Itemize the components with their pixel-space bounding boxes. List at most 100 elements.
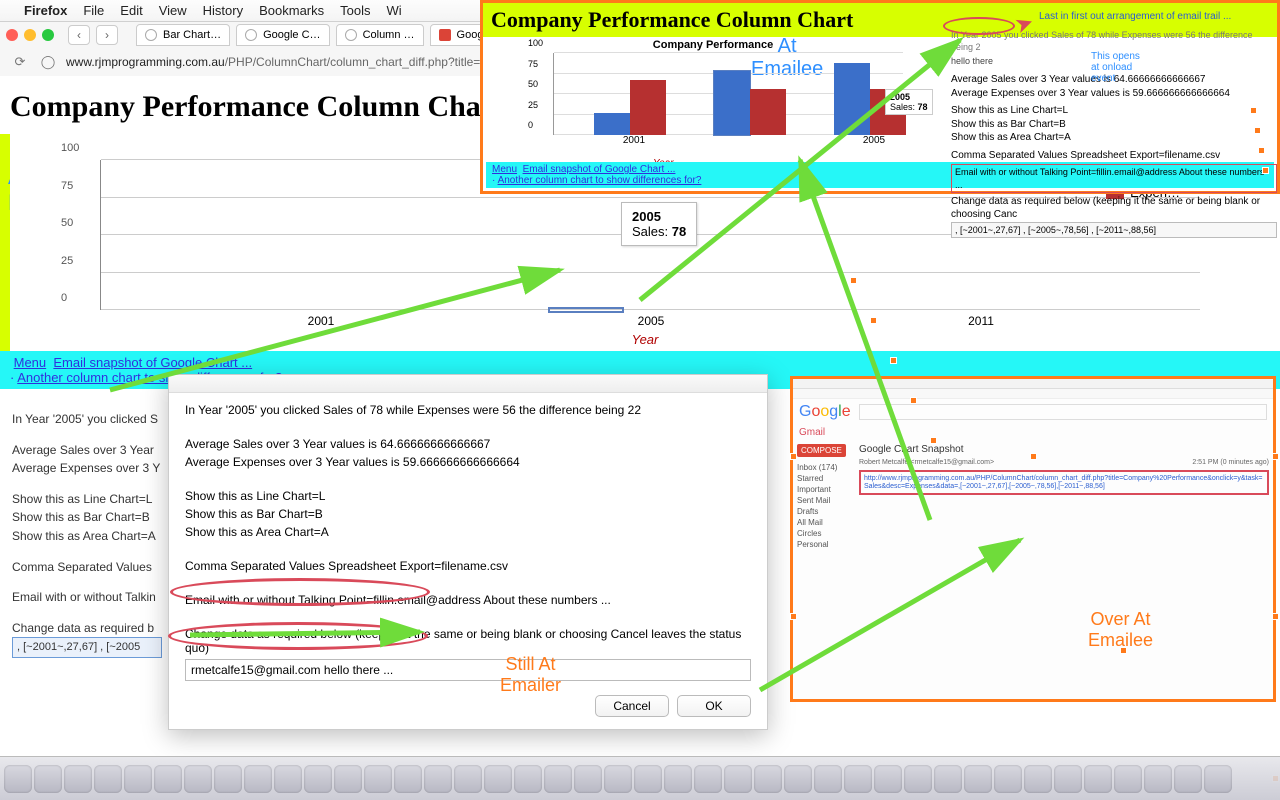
annotation-ellipse-hello [943,17,1015,35]
dock-app[interactable] [34,765,62,793]
dock-app[interactable] [304,765,332,793]
mini-tooltip: 2005Sales: 78 [885,89,933,115]
dock-app[interactable] [994,765,1022,793]
dock-app[interactable] [694,765,722,793]
sidebar-allmail[interactable]: All Mail [797,518,851,527]
gmail-from: Robert Metcalfe <rmetcalfe15@gmail.com> [859,459,994,466]
lifo-caption: Last in first out arrangement of email t… [1039,11,1231,22]
this-opens-caption: This opensat onloadevent [1091,51,1140,84]
dock-app[interactable] [1054,765,1082,793]
maximize-icon[interactable] [42,29,54,41]
dock-app[interactable] [604,765,632,793]
gmail-time: 2:51 PM (0 minutes ago) [1192,459,1269,466]
sidebar-sent[interactable]: Sent Mail [797,496,851,505]
sidebar-inbox[interactable]: Inbox (174) [797,463,851,472]
xlabel-2011: 2011 [881,310,1081,328]
ytick-100: 100 [61,142,79,154]
dock-app[interactable] [934,765,962,793]
sidebar-important[interactable]: Important [797,485,851,494]
dock-app[interactable] [1174,765,1202,793]
menu-bookmarks[interactable]: Bookmarks [259,3,324,18]
dialog-clicked-line: In Year '2005' you clicked Sales of 78 w… [185,403,751,417]
dock-app[interactable] [544,765,572,793]
app-name[interactable]: Firefox [24,3,67,18]
dock-app[interactable] [514,765,542,793]
dock-app[interactable] [964,765,992,793]
dock-app[interactable] [1024,765,1052,793]
info-block-truncated: In Year '2005' you clicked S Average Sal… [12,410,172,658]
ytick-50: 50 [61,217,73,229]
emailee-another-link[interactable]: Another column chart to show differences… [498,175,702,186]
compose-button[interactable]: COMPOSE [797,444,846,457]
back-button[interactable]: ‹ [68,25,90,45]
dock-app[interactable] [484,765,512,793]
menu-link[interactable]: Menu [14,355,47,370]
minimize-icon[interactable] [24,29,36,41]
tab-bar-chart[interactable]: Bar Chart… [136,24,230,46]
sidebar-circles[interactable]: Circles [797,529,851,538]
emailee-data-row[interactable]: , [~2001~,27,67] , [~2005~,78,56] , [~20… [951,222,1277,238]
dock-app[interactable] [184,765,212,793]
dialog-titlebar[interactable] [169,375,767,393]
dock-app[interactable] [64,765,92,793]
emailee-email-box: Email with or without Talking Point=fill… [951,164,1277,192]
dock-app[interactable] [394,765,422,793]
dock-app[interactable] [574,765,602,793]
tab-google-1[interactable]: Google C… [236,24,329,46]
ok-button[interactable]: OK [677,695,751,717]
dock-app[interactable] [874,765,902,793]
reload-icon[interactable]: ⟳ [10,52,30,72]
dock-app[interactable] [334,765,362,793]
dock-app[interactable] [424,765,452,793]
gmail-link-box[interactable]: http://www.rjmprogramming.com.au/PHP/Col… [859,470,1269,495]
dock-app[interactable] [1114,765,1142,793]
dock-app[interactable] [724,765,752,793]
xlabel-2001: 2001 [221,310,421,328]
sidebar-drafts[interactable]: Drafts [797,507,851,516]
menu-history[interactable]: History [203,3,243,18]
menu-edit[interactable]: Edit [120,3,142,18]
dock-app[interactable] [124,765,152,793]
emailee-menu-link[interactable]: Menu [492,164,517,175]
mac-dock[interactable] [0,756,1280,800]
window-controls[interactable] [6,29,54,41]
menu-file[interactable]: File [83,3,104,18]
close-icon[interactable] [6,29,18,41]
dock-app[interactable] [1084,765,1112,793]
address-bar[interactable]: www.rjmprogramming.com.au/PHP/ColumnChar… [66,55,480,69]
dock-app[interactable] [814,765,842,793]
dock-app[interactable] [754,765,782,793]
dock-app[interactable] [214,765,242,793]
still-at-emailer-label: Still AtEmailer [500,654,561,696]
menu-view[interactable]: View [159,3,187,18]
dock-app[interactable] [634,765,662,793]
data-input-truncated[interactable]: , [~2001~,27,67] , [~2005 [12,637,162,658]
dock-app[interactable] [904,765,932,793]
dialog-input[interactable] [185,659,751,681]
emailee-top-window: Company Performance Column Chart AtEmail… [480,0,1280,194]
emailee-snap-link[interactable]: Email snapshot of Google Chart ... [523,164,676,175]
dock-app[interactable] [1204,765,1232,793]
dock-app[interactable] [664,765,692,793]
dock-app[interactable] [154,765,182,793]
chart-tooltip: 2005 Sales: 78 [621,202,697,246]
dock-app[interactable] [94,765,122,793]
gmail-search[interactable] [859,404,1267,420]
dock-app[interactable] [844,765,872,793]
snapshot-link[interactable]: Email snapshot of Google Chart ... [53,355,252,370]
dock-app[interactable] [4,765,32,793]
forward-button[interactable]: › [96,25,118,45]
menu-window[interactable]: Wi [387,3,402,18]
dock-app[interactable] [1144,765,1172,793]
dock-app[interactable] [244,765,272,793]
sidebar-personal[interactable]: Personal [797,540,851,549]
dock-app[interactable] [364,765,392,793]
dock-app[interactable] [454,765,482,793]
dock-app[interactable] [274,765,302,793]
tab-column[interactable]: Column … [336,24,424,46]
emailee-mini-chart: Company Performance 0 25 50 75 100 2001 … [523,39,903,149]
cancel-button[interactable]: Cancel [595,695,669,717]
sidebar-starred[interactable]: Starred [797,474,851,483]
menu-tools[interactable]: Tools [340,3,370,18]
dock-app[interactable] [784,765,812,793]
